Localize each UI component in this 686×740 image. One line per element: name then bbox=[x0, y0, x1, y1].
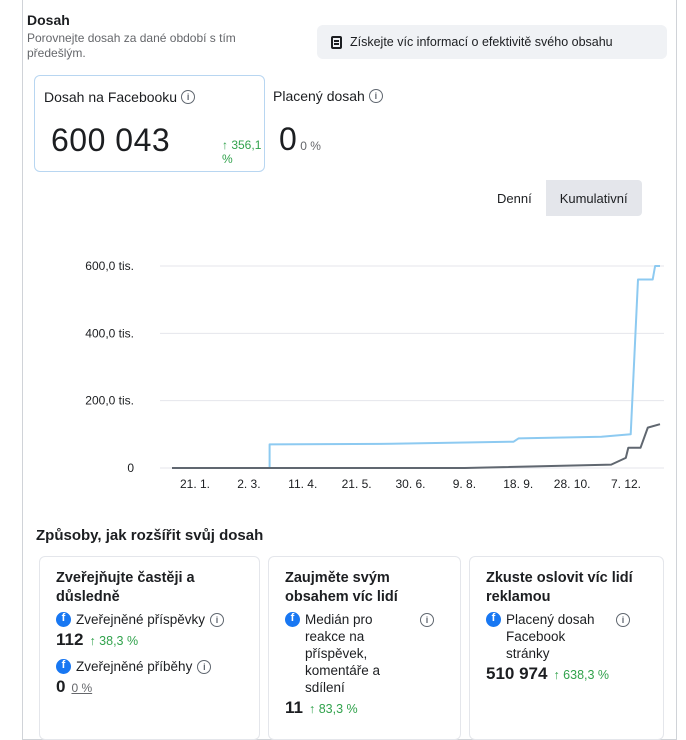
tip-card-engage: Zaujměte svým obsahem víc lidí f Medián … bbox=[268, 556, 461, 740]
paid-reach-pct: 0 % bbox=[300, 139, 321, 153]
x-tick-label: 2. 3. bbox=[237, 477, 260, 491]
tip-metric-paid-page-reach: f Placený dosah Facebook stránky i bbox=[486, 611, 647, 662]
reach-chart: 600,0 tis. 400,0 tis. 200,0 tis. 0 21. 1. 2. … bbox=[60, 250, 670, 500]
tip-metric-stories: f Zveřejněné příběhy i bbox=[56, 658, 243, 675]
toggle-cumulative[interactable]: Kumulativní bbox=[545, 180, 642, 216]
info-icon[interactable]: i bbox=[210, 613, 225, 627]
reach-chart-svg: 600,0 tis. 400,0 tis. 200,0 tis. 0 21. 1. 2. … bbox=[85, 259, 664, 491]
tip-heading: Zveřejňujte častěji a důsledně bbox=[56, 570, 195, 605]
tip-stat: 112 ↑ 38,3 % bbox=[56, 630, 243, 650]
content-effectiveness-label: Získejte víc informací o efektivitě svéh… bbox=[350, 35, 613, 49]
document-icon bbox=[331, 35, 342, 49]
tip-metric-median: f Medián pro reakce na příspěvek, koment… bbox=[285, 611, 444, 696]
tip-metric-posts: f Zveřejněné příspěvky i bbox=[56, 611, 243, 628]
tip-stat-value: 112 bbox=[56, 630, 84, 649]
x-tick-label: 9. 8. bbox=[453, 477, 476, 491]
facebook-icon: f bbox=[285, 612, 300, 627]
toggle-daily[interactable]: Denní bbox=[483, 180, 546, 216]
section-subtitle: Porovnejte dosah za dané období s tím př… bbox=[27, 31, 236, 60]
info-icon[interactable]: i bbox=[420, 613, 434, 627]
facebook-reach-card[interactable]: Dosah na Facebooku i 600 043 ↑ 356,1 % bbox=[34, 75, 265, 172]
x-tick-label: 21. 5. bbox=[342, 477, 372, 491]
tip-stat: 0 0 % bbox=[56, 677, 243, 697]
tip-stat-delta: 0 % bbox=[71, 681, 93, 695]
tip-stat-value: 0 bbox=[56, 677, 66, 696]
tip-stat-value: 11 bbox=[285, 698, 303, 717]
series-line-0 bbox=[172, 265, 660, 469]
x-tick-label: 11. 4. bbox=[288, 477, 317, 491]
y-tick-label: 200,0 tis. bbox=[85, 394, 134, 408]
facebook-icon: f bbox=[56, 659, 71, 674]
x-tick-label: 7. 12. bbox=[611, 477, 641, 491]
tip-stat-delta: ↑ 38,3 % bbox=[89, 634, 139, 648]
view-toggle: Denní Kumulativní bbox=[483, 180, 642, 216]
y-tick-label: 0 bbox=[127, 461, 134, 475]
y-tick-label: 400,0 tis. bbox=[85, 326, 134, 340]
paid-reach-value: 0 bbox=[279, 121, 298, 157]
x-tick-label: 28. 10. bbox=[554, 477, 591, 491]
tip-stat: 11 ↑ 83,3 % bbox=[285, 698, 444, 718]
x-tick-label: 21. 1. bbox=[180, 477, 210, 491]
info-icon[interactable]: i bbox=[197, 660, 212, 674]
paid-reach-label: Placený dosah bbox=[273, 88, 365, 104]
content-effectiveness-button[interactable]: Získejte víc informací o efektivitě svéh… bbox=[317, 25, 667, 59]
facebook-reach-label-row: Dosah na Facebooku i bbox=[44, 89, 196, 105]
tip-stat-value: 510 974 bbox=[486, 664, 548, 683]
tip-metric-label: Zveřejněné příspěvky bbox=[76, 612, 206, 627]
section-title: Dosah bbox=[27, 12, 70, 28]
paid-reach-label-row[interactable]: Placený dosah i bbox=[273, 88, 383, 104]
tip-metric-label: Medián pro reakce na příspěvek, komentář… bbox=[305, 612, 381, 695]
tip-metric-label: Zveřejněné příběhy bbox=[76, 659, 193, 674]
y-tick-label: 600,0 tis. bbox=[85, 259, 134, 273]
tip-heading: Zaujměte svým obsahem víc lidí bbox=[285, 570, 398, 605]
facebook-reach-label: Dosah na Facebooku bbox=[44, 89, 178, 105]
tip-metric-label: Placený dosah Facebook stránky bbox=[506, 612, 595, 661]
facebook-reach-value: 600 043 bbox=[51, 122, 171, 158]
paid-reach-metric[interactable]: 0 0 % bbox=[279, 121, 321, 158]
tip-card-post-more: Zveřejňujte častěji a důsledně f Zveřejn… bbox=[39, 556, 260, 740]
series-line-1 bbox=[172, 423, 661, 469]
info-icon[interactable]: i bbox=[616, 613, 630, 627]
tip-card-ads: Zkuste oslovit víc lidí reklamou f Place… bbox=[469, 556, 664, 740]
facebook-reach-delta: ↑ 356,1 % bbox=[222, 138, 262, 166]
tip-stat-delta: ↑ 83,3 % bbox=[308, 702, 358, 716]
tip-heading: Zkuste oslovit víc lidí reklamou bbox=[486, 570, 633, 605]
info-icon[interactable]: i bbox=[368, 89, 383, 103]
tip-stat: 510 974 ↑ 638,3 % bbox=[486, 664, 647, 684]
ways-title: Způsoby, jak rozšířit svůj dosah bbox=[36, 527, 264, 544]
tip-stat-delta: ↑ 638,3 % bbox=[553, 668, 610, 682]
x-tick-label: 30. 6. bbox=[395, 477, 425, 491]
info-icon[interactable]: i bbox=[181, 90, 196, 104]
facebook-icon: f bbox=[486, 612, 501, 627]
x-tick-label: 18. 9. bbox=[503, 477, 533, 491]
facebook-icon: f bbox=[56, 612, 71, 627]
